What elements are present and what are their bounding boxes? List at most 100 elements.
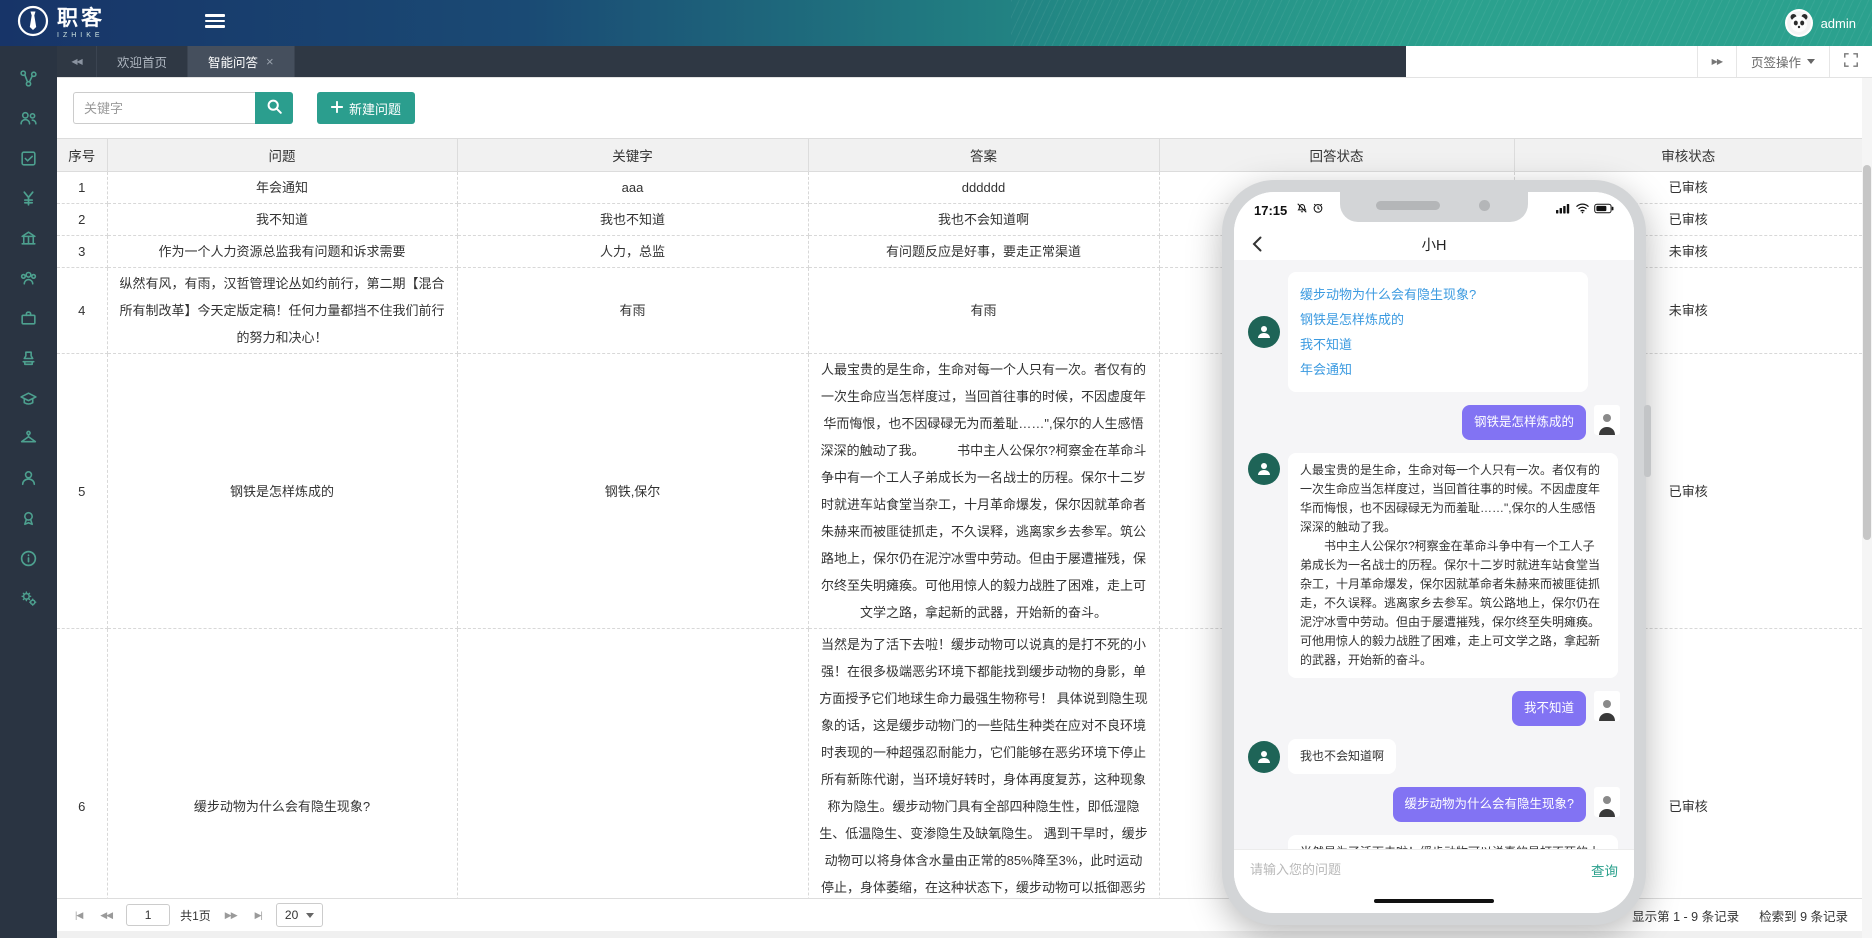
first-page-icon[interactable]: |◀ xyxy=(71,910,86,921)
user-bubble: 缓步动物为什么会有隐生现象? xyxy=(1393,787,1586,822)
tabs-scroll-right-button[interactable]: ▶▶ xyxy=(1697,46,1736,77)
close-tab-icon[interactable]: × xyxy=(266,55,274,68)
page-number-input[interactable] xyxy=(126,904,170,926)
col-header-reply-status: 回答状态 xyxy=(1159,139,1514,172)
bank-icon[interactable] xyxy=(9,218,49,258)
tab-operations-dropdown[interactable]: 页签操作 xyxy=(1736,46,1829,77)
page-scrollbar xyxy=(1862,78,1872,938)
cell-keyword: 我也不知道 xyxy=(457,204,808,236)
phone-preview: 17:15 小H 缓步动物为什么会有隐生现象? xyxy=(1222,180,1646,925)
tab-smart-qa-label: 智能问答 xyxy=(208,52,258,71)
next-page-icon[interactable]: ▶▶ xyxy=(221,910,241,921)
search-button[interactable] xyxy=(255,92,293,124)
info-icon[interactable] xyxy=(9,538,49,578)
chat-message-user: 钢铁是怎样炼成的 xyxy=(1248,405,1620,440)
page-size-select[interactable]: 20 xyxy=(276,903,323,927)
cell-question: 缓步动物为什么会有隐生现象? xyxy=(107,629,457,899)
quick-question-link[interactable]: 缓步动物为什么会有隐生现象? xyxy=(1300,282,1576,307)
team-icon[interactable] xyxy=(9,258,49,298)
yen-icon[interactable] xyxy=(9,178,49,218)
hanger-icon[interactable] xyxy=(9,418,49,458)
page: 职客 IZHIKE admin ◀◀ 欢迎首页 智能问答 × ▶▶ xyxy=(0,0,1872,938)
chat-message-bot: 当然是为了活下去啦！缓步动物可以说真的是打不死的小强！在很多极端恶劣环境下都能找… xyxy=(1248,835,1620,849)
new-question-label: 新建问题 xyxy=(349,99,401,118)
graduation-cap-icon[interactable] xyxy=(9,378,49,418)
plus-icon xyxy=(331,101,343,116)
bot-bubble: 人最宝贵的是生命，生命对每一个人只有一次。者仅有的一次生命应当怎样度过，当回首往… xyxy=(1288,453,1618,678)
gears-icon[interactable] xyxy=(9,578,49,618)
chat-message-bot: 我也不会知道啊 xyxy=(1248,739,1620,774)
new-question-button[interactable]: 新建问题 xyxy=(317,92,415,124)
cell-keyword xyxy=(457,629,808,899)
home-indicator xyxy=(1234,889,1634,913)
cell-no: 1 xyxy=(57,172,107,204)
quick-question-link[interactable]: 年会通知 xyxy=(1300,357,1576,382)
chat-title: 小H xyxy=(1234,234,1634,255)
app-logo[interactable]: 职客 IZHIKE xyxy=(0,4,105,43)
user-photo-avatar xyxy=(1594,787,1620,817)
tabs-scroll-left-icon[interactable]: ◀◀ xyxy=(57,46,97,77)
tab-smart-qa[interactable]: 智能问答 × xyxy=(188,46,295,77)
cell-keyword: 钢铁,保尔 xyxy=(457,354,808,629)
hamburger-menu-icon[interactable] xyxy=(205,14,225,30)
username-label: admin xyxy=(1821,16,1856,31)
user-photo-avatar xyxy=(1594,691,1620,721)
phone-screen: 17:15 小H 缓步动物为什么会有隐生现象? xyxy=(1234,192,1634,913)
medal-icon[interactable] xyxy=(9,498,49,538)
header-user[interactable]: admin xyxy=(1785,0,1856,46)
bot-avatar xyxy=(1248,316,1280,348)
briefcase-icon[interactable] xyxy=(9,298,49,338)
quick-question-link[interactable]: 我不知道 xyxy=(1300,332,1576,357)
user-photo-avatar xyxy=(1594,405,1620,435)
tab-operations-label: 页签操作 xyxy=(1751,52,1801,71)
col-header-question: 问题 xyxy=(107,139,457,172)
phone-notch xyxy=(1340,192,1528,222)
quick-question-link[interactable]: 钢铁是怎样炼成的 xyxy=(1300,307,1576,332)
cell-answer: 人最宝贵的是生命，生命对每一个人只有一次。者仅有的一次生命应当怎样度过，当回首往… xyxy=(808,354,1159,629)
cell-keyword: aaa xyxy=(457,172,808,204)
cell-no: 4 xyxy=(57,268,107,354)
battery-icon xyxy=(1590,201,1614,219)
cell-question: 纵然有风，有雨，汉哲管理论丛如约前行，第二期【混合所有制改革】今天定版定稿！任何… xyxy=(107,268,457,354)
cell-question: 我不知道 xyxy=(107,204,457,236)
col-header-no: 序号 xyxy=(57,139,107,172)
chat-message-user: 缓步动物为什么会有隐生现象? xyxy=(1248,787,1620,822)
fullscreen-button[interactable] xyxy=(1829,46,1872,77)
phone-nav-bar: 小H xyxy=(1234,228,1634,260)
share-icon[interactable] xyxy=(9,58,49,98)
user-avatar[interactable] xyxy=(1785,9,1813,37)
last-page-icon[interactable]: ▶| xyxy=(251,910,266,921)
bot-avatar xyxy=(1248,453,1280,485)
user-bubble: 钢铁是怎样炼成的 xyxy=(1462,405,1586,440)
chat-area: 缓步动物为什么会有隐生现象? 钢铁是怎样炼成的 我不知道 年会通知 钢铁是怎样炼… xyxy=(1234,260,1634,849)
scrollbar-thumb[interactable] xyxy=(1863,165,1871,540)
records-range-label: 显示第 1 - 9 条记录 xyxy=(1632,906,1739,925)
cell-no: 2 xyxy=(57,204,107,236)
send-query-button[interactable]: 查询 xyxy=(1591,860,1618,880)
chat-message-links: 缓步动物为什么会有隐生现象? 钢铁是怎样炼成的 我不知道 年会通知 xyxy=(1248,272,1620,392)
prev-page-icon[interactable]: ◀◀ xyxy=(96,910,116,921)
chat-message-bot: 人最宝贵的是生命，生命对每一个人只有一次。者仅有的一次生命应当怎样度过，当回首往… xyxy=(1248,453,1620,678)
users-icon[interactable] xyxy=(9,98,49,138)
tabbar: ◀◀ 欢迎首页 智能问答 × ▶▶ 页签操作 xyxy=(57,46,1872,78)
col-header-audit-status: 审核状态 xyxy=(1514,139,1862,172)
logo-tie-icon xyxy=(16,4,50,43)
tab-welcome[interactable]: 欢迎首页 xyxy=(97,46,188,77)
cell-answer: dddddd xyxy=(808,172,1159,204)
chat-input[interactable] xyxy=(1250,862,1581,877)
tabbar-tools: ▶▶ 页签操作 xyxy=(1697,46,1872,77)
chevron-down-icon xyxy=(1807,59,1815,64)
checklist-icon[interactable] xyxy=(9,138,49,178)
person-icon[interactable] xyxy=(9,458,49,498)
page-size-value: 20 xyxy=(285,908,298,922)
alarm-icon xyxy=(1308,201,1324,219)
seal-icon[interactable] xyxy=(9,338,49,378)
search-icon xyxy=(266,98,283,118)
search-input[interactable] xyxy=(73,92,255,124)
back-chevron-icon[interactable] xyxy=(1252,236,1262,257)
double-arrow-right-icon: ▶▶ xyxy=(1712,57,1722,66)
expand-icon xyxy=(1844,53,1858,70)
cell-question: 钢铁是怎样炼成的 xyxy=(107,354,457,629)
cell-no: 5 xyxy=(57,354,107,629)
phone-frame: 17:15 小H 缓步动物为什么会有隐生现象? xyxy=(1222,180,1646,925)
